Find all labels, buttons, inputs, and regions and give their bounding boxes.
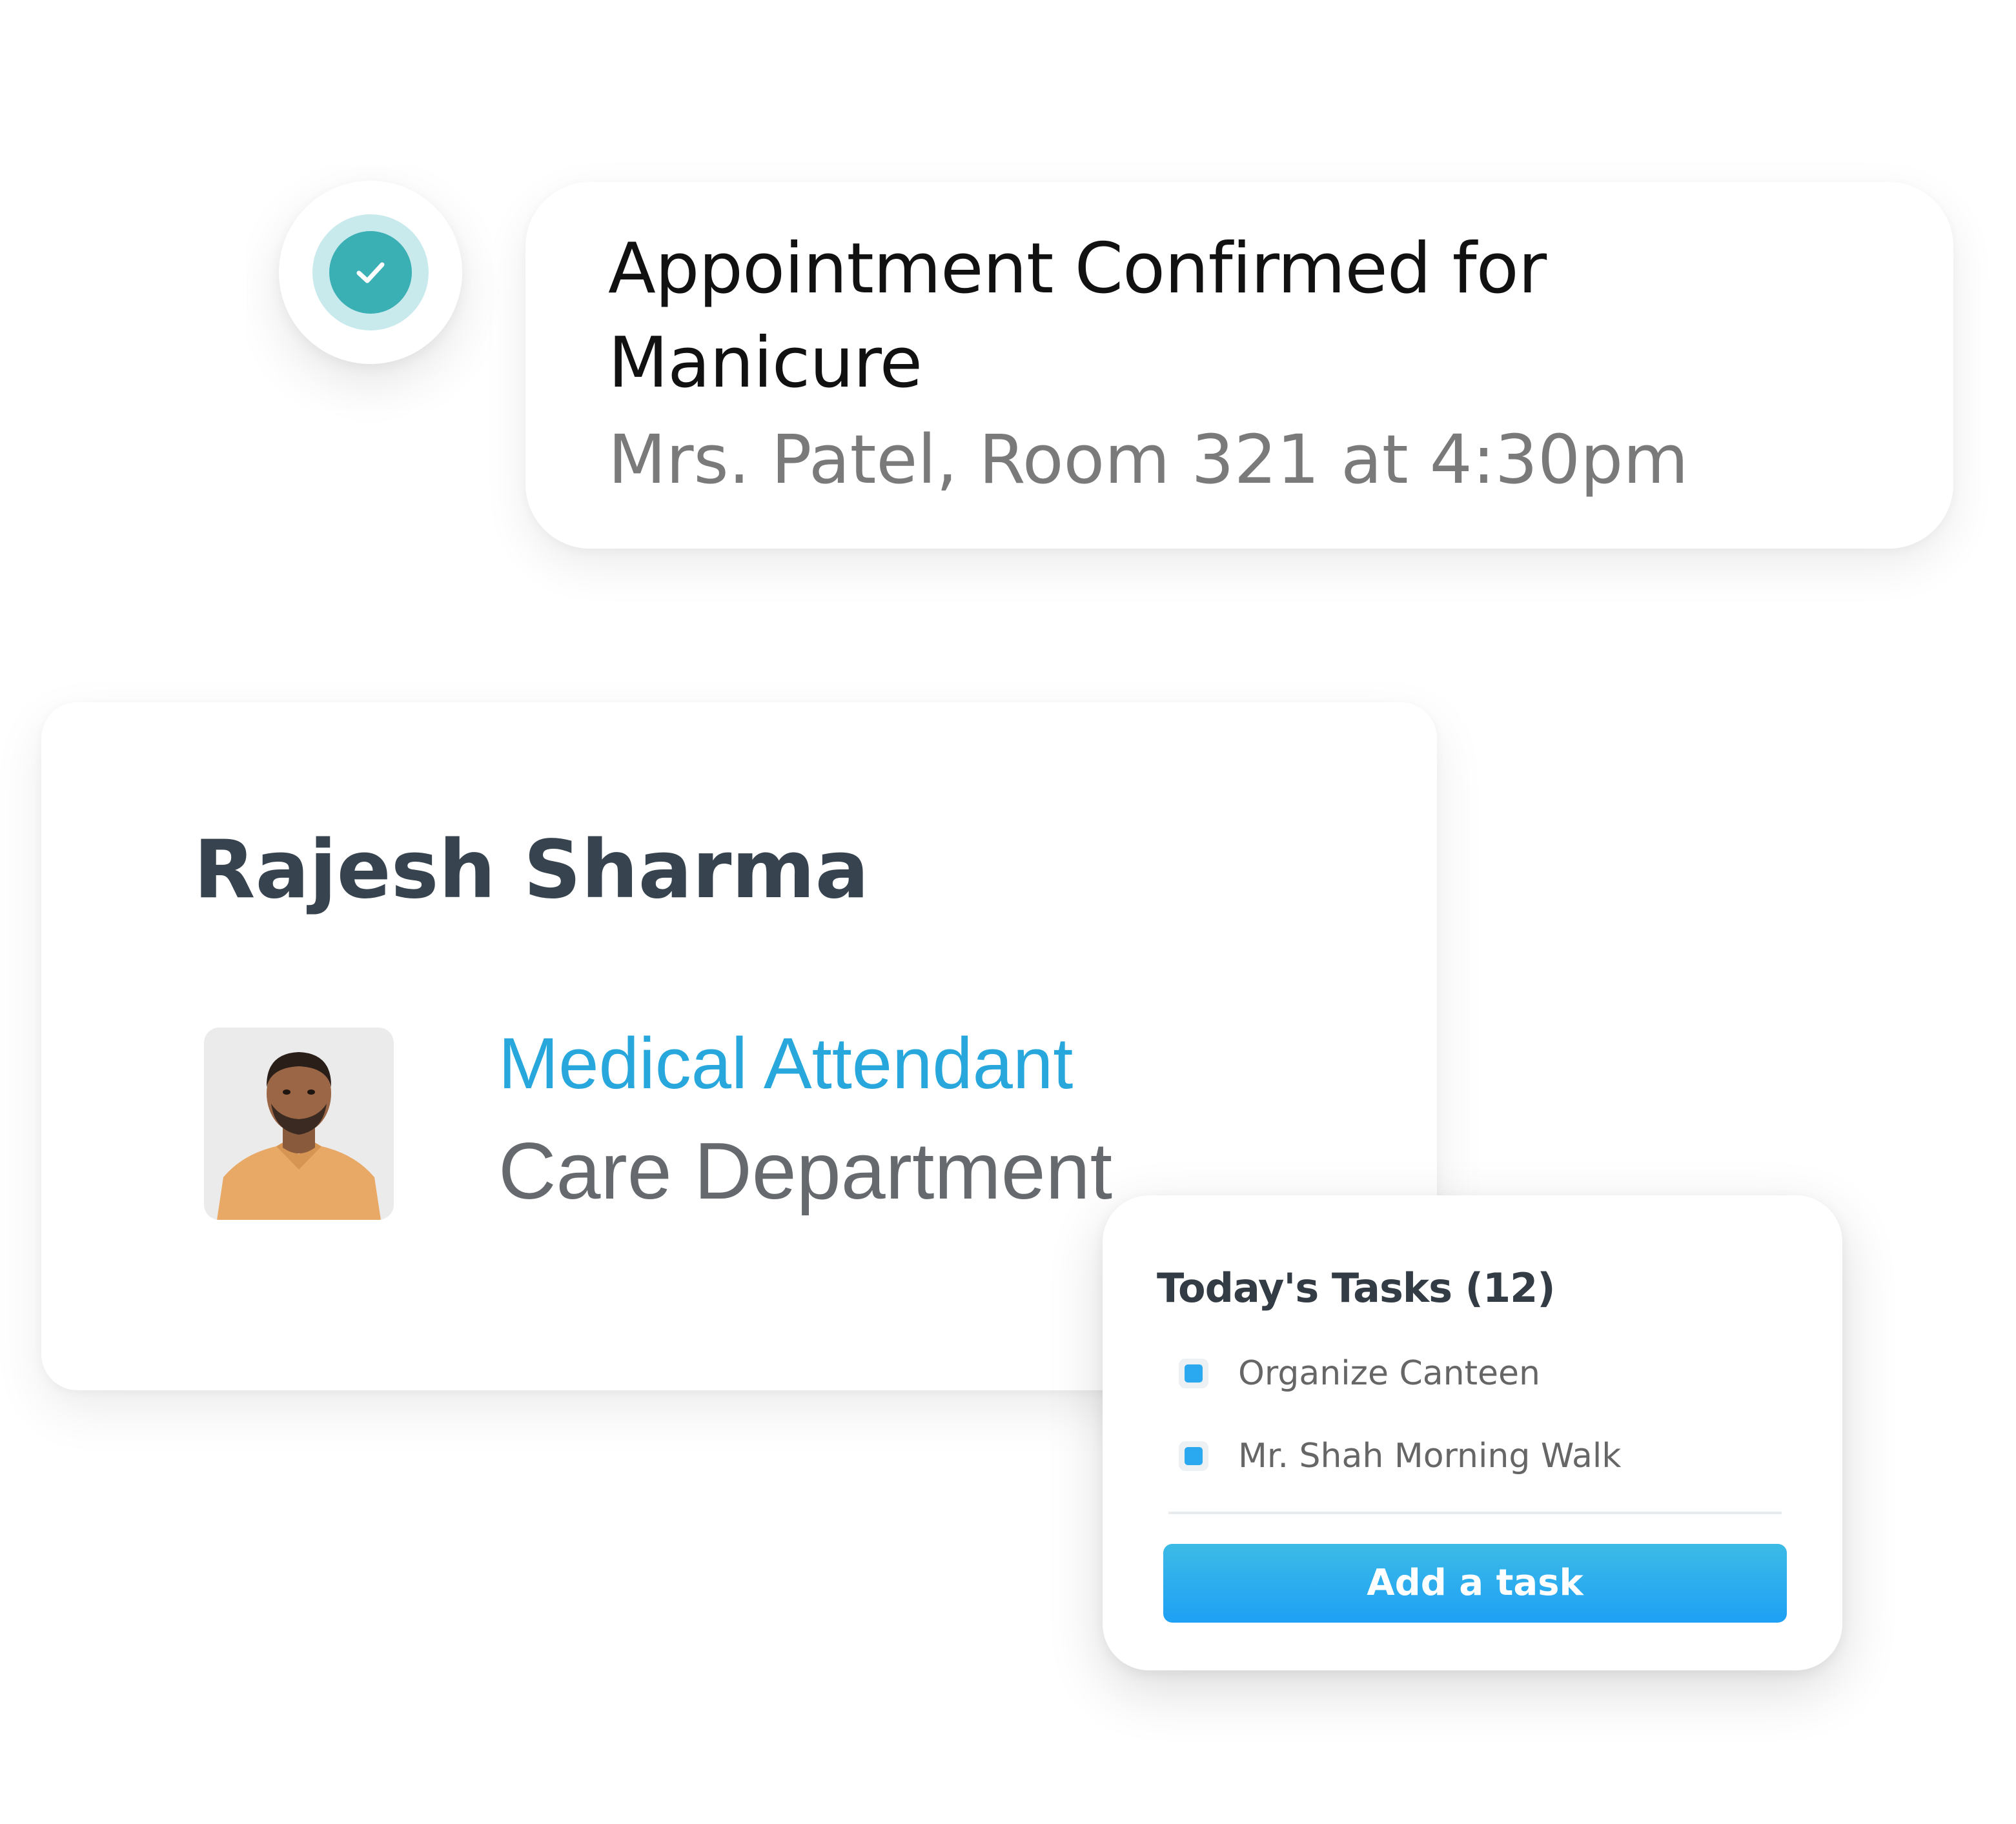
task-checkbox[interactable] [1179, 1359, 1208, 1388]
staff-name: Rajesh Sharma [194, 824, 870, 917]
staff-department: Care Department [498, 1127, 1113, 1216]
todays-tasks-card: Today's Tasks (12) Organize Canteen Mr. … [1103, 1195, 1842, 1670]
check-ring [312, 214, 429, 330]
add-task-button[interactable]: Add a task [1163, 1544, 1787, 1623]
appointment-notification-card[interactable]: Appointment Confirmed for Manicure Mrs. … [525, 182, 1953, 549]
appointment-details: Mrs. Patel, Room 321 at 4:30pm [608, 420, 1689, 499]
appointment-title: Appointment Confirmed for Manicure [608, 228, 1547, 403]
check-mark [356, 262, 385, 283]
check-icon [329, 231, 412, 314]
task-item[interactable]: Organize Canteen [1179, 1354, 1540, 1393]
checkbox-fill [1185, 1364, 1203, 1383]
avatar-photo [204, 1028, 394, 1220]
divider [1168, 1512, 1782, 1514]
task-checkbox[interactable] [1179, 1441, 1208, 1471]
checkbox-fill [1185, 1447, 1203, 1465]
task-item[interactable]: Mr. Shah Morning Walk [1179, 1437, 1621, 1475]
task-label: Mr. Shah Morning Walk [1238, 1437, 1622, 1475]
task-label: Organize Canteen [1238, 1354, 1540, 1393]
tasks-title: Today's Tasks (12) [1157, 1264, 1556, 1312]
avatar [204, 1028, 394, 1220]
confirmation-badge [279, 181, 462, 364]
staff-role: Medical Attendant [498, 1023, 1074, 1104]
